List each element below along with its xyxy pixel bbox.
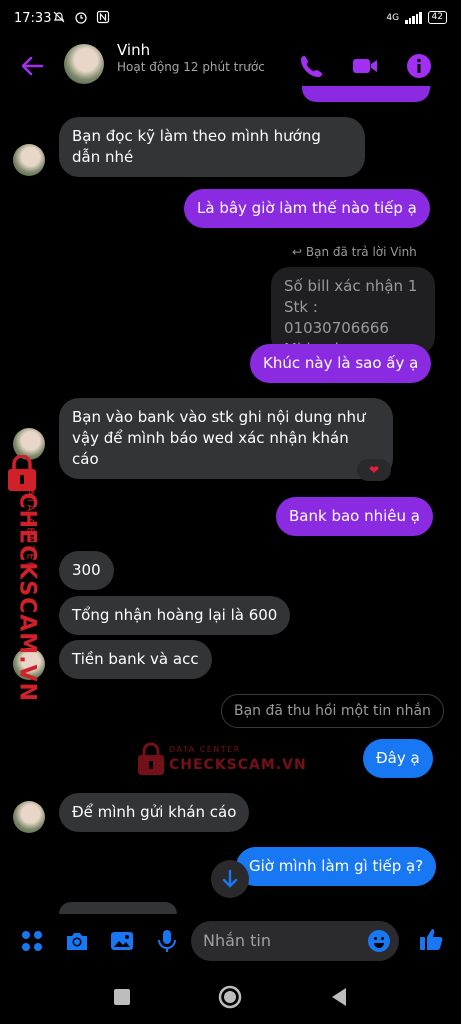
reply-icon: ↩ [292, 245, 306, 259]
alarm-icon [75, 12, 87, 24]
message-input-placeholder: Nhắn tin [203, 931, 271, 950]
message-incoming[interactable]: Tổng nhận hoàng lại là 600 [59, 596, 291, 635]
battery-icon: 42 [427, 11, 447, 24]
image-icon[interactable] [109, 928, 135, 954]
notification-off-icon [53, 11, 65, 23]
watermark-center: DATA CENTER CHECKSCAM.VN [137, 742, 306, 778]
message-outgoing[interactable]: Bank bao nhiêu ạ [276, 497, 433, 536]
thumbs-up-icon[interactable] [418, 926, 444, 952]
video-icon[interactable] [351, 52, 379, 80]
watermark-tagline-center: DATA CENTER [169, 745, 241, 754]
sender-avatar [13, 144, 45, 176]
camera-icon[interactable] [64, 928, 90, 954]
partial-outgoing-bubble [302, 86, 430, 102]
message-incoming[interactable]: Để mình gửi khán cáo [59, 793, 250, 832]
watermark-vertical: CHECKSCAM.VN DATA CENTER [6, 454, 52, 702]
heart-reaction-icon[interactable]: ❤ [357, 459, 391, 481]
message-input[interactable]: Nhắn tin [191, 921, 399, 961]
nav-square-icon[interactable] [113, 988, 131, 1006]
sender-avatar [13, 801, 45, 833]
contact-status: Hoạt động 12 phút trước [117, 60, 265, 74]
info-icon[interactable] [405, 52, 433, 80]
message-outgoing[interactable]: Là bây giờ làm thế nào tiếp ạ [184, 189, 430, 228]
status-time: 17:33 [14, 11, 52, 26]
mic-icon[interactable] [154, 928, 180, 954]
signal-icon [405, 11, 422, 24]
apps-icon[interactable] [19, 928, 45, 954]
message-incoming[interactable]: Tiền bank và acc [59, 640, 212, 679]
contact-avatar[interactable] [64, 44, 104, 84]
status-icons [52, 10, 110, 24]
message-composer: Nhắn tin [0, 918, 461, 966]
partial-incoming-bubble [59, 902, 177, 914]
status-bar: 17:33 4G 42 [0, 0, 461, 38]
emoji-icon[interactable] [367, 929, 391, 953]
message-incoming[interactable]: 300 [59, 551, 114, 590]
watermark-brand-center: CHECKSCAM.VN [169, 757, 307, 773]
network-label: 4G [386, 12, 400, 23]
message-incoming[interactable]: Bạn vào bank vào stk ghi nội dung như vậ… [59, 398, 393, 479]
lock-logo-icon [138, 742, 164, 775]
message-incoming[interactable]: Bạn đọc kỹ làm theo mình hướng dẫn nhé [59, 117, 365, 177]
message-outgoing[interactable]: Đây ạ [363, 739, 433, 778]
quoted-message[interactable]: Số bill xác nhận 1 Stk : 01030706666 Mbb… [271, 267, 435, 358]
message-outgoing[interactable]: Khúc này là sao ấy ạ [250, 344, 432, 383]
phone-icon[interactable] [298, 52, 326, 80]
nav-circle-icon[interactable] [218, 985, 242, 1009]
reply-note: ↩ Bạn đã trả lời Vinh [292, 245, 417, 259]
back-arrow-icon[interactable] [18, 52, 46, 80]
scroll-down-button[interactable] [211, 860, 249, 898]
system-nav-bar [0, 972, 461, 1024]
nfc-icon [96, 10, 110, 24]
recalled-message: Bạn đã thu hồi một tin nhắn [221, 694, 444, 728]
nav-triangle-icon[interactable] [330, 987, 348, 1007]
watermark-tagline: DATA CENTER [24, 479, 36, 571]
status-right: 4G 42 [386, 11, 447, 24]
reply-note-text: Bạn đã trả lời Vinh [305, 245, 417, 259]
contact-name[interactable]: Vinh [117, 41, 150, 59]
message-outgoing[interactable]: Giờ mình làm gì tiếp ạ? [236, 847, 437, 886]
scroll-down-icon [222, 869, 238, 888]
